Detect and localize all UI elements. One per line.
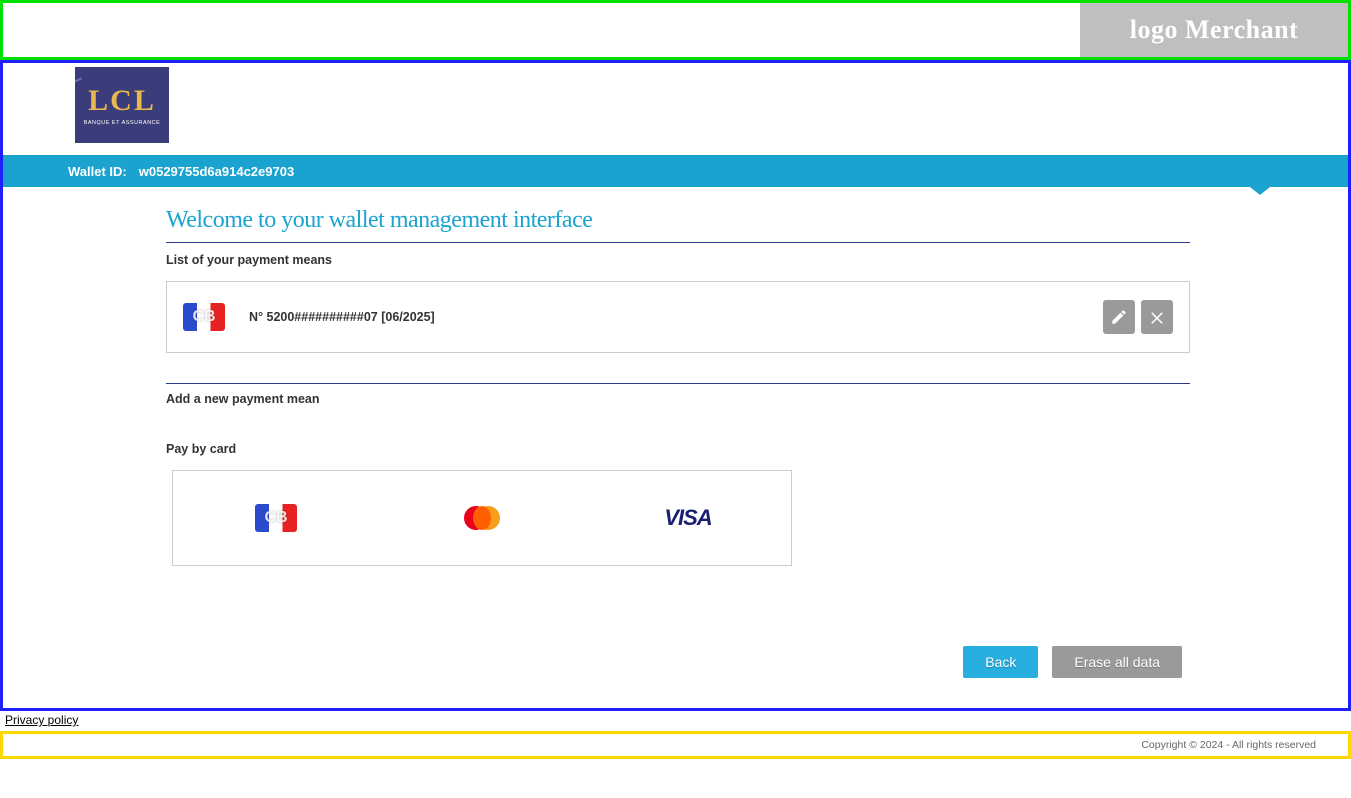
bank-header: LCL BANQUE ET ASSURANCE [3,63,1348,155]
app-frame: LCL BANQUE ET ASSURANCE Wallet ID: w0529… [0,60,1351,711]
privacy-policy-link[interactable]: Privacy policy [0,711,78,729]
merchant-header: logo Merchant [0,0,1351,60]
close-icon [1148,308,1166,326]
edit-card-button[interactable] [1103,300,1135,334]
payment-means-heading: List of your payment means [166,253,1190,267]
wallet-id-bar: Wallet ID: w0529755d6a914c2e9703 [3,155,1348,187]
scheme-option-mastercard[interactable] [379,471,585,565]
visa-icon: VISA [664,505,711,531]
card-masked-number: N° 5200##########07 [06/2025] [249,310,1103,324]
pay-by-card-label: Pay by card [166,442,1190,456]
bank-logo-letters: LCL [88,84,156,118]
action-buttons: Back Erase all data [166,646,1190,678]
wallet-bar-notch [1250,187,1270,195]
cb-icon [255,504,297,532]
section-divider [166,383,1190,384]
add-payment-heading: Add a new payment mean [166,392,1190,406]
mastercard-icon [464,506,500,530]
merchant-logo: logo Merchant [1080,3,1348,57]
delete-card-button[interactable] [1141,300,1173,334]
erase-all-button[interactable]: Erase all data [1052,646,1182,678]
main-content: Welcome to your wallet management interf… [166,187,1190,708]
page-title: Welcome to your wallet management interf… [166,207,1190,243]
cb-icon [183,303,225,331]
scheme-option-cb[interactable] [173,471,379,565]
wallet-id-value: w0529755d6a914c2e9703 [139,164,294,179]
wallet-id-label: Wallet ID: [68,164,127,179]
scheme-option-visa[interactable]: VISA [585,471,791,565]
back-button[interactable]: Back [963,646,1038,678]
bank-logo-tagline: BANQUE ET ASSURANCE [84,120,161,126]
card-scheme-selector: VISA [172,470,792,566]
copyright-bar: Copyright © 2024 - All rights reserved [0,731,1351,759]
bank-logo: LCL BANQUE ET ASSURANCE [75,67,169,143]
copyright-text: Copyright © 2024 - All rights reserved [1141,739,1316,751]
payment-mean-row: N° 5200##########07 [06/2025] [166,281,1190,353]
card-actions [1103,300,1173,334]
merchant-logo-text: logo Merchant [1130,15,1299,45]
pencil-icon [1110,308,1128,326]
